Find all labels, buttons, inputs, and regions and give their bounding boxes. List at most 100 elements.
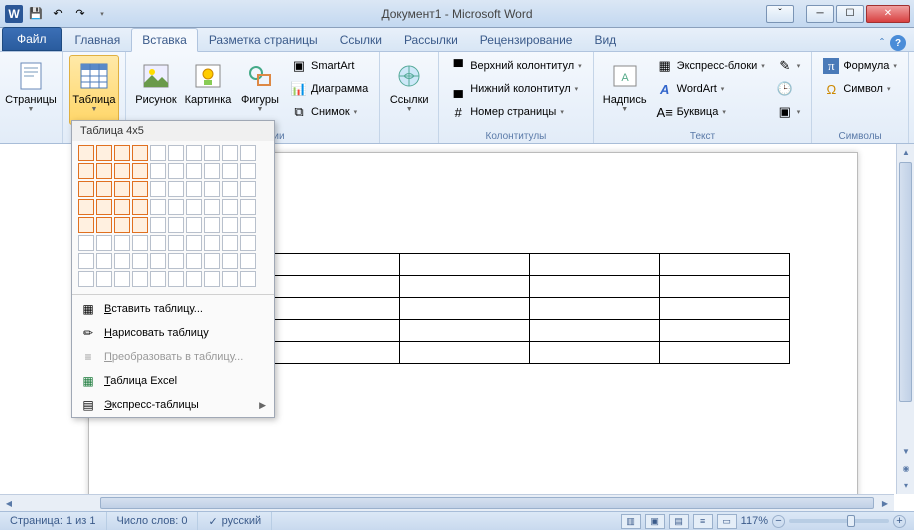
quickparts-button[interactable]: ▦Экспресс-блоки ▾ bbox=[652, 55, 770, 77]
zoom-out-button[interactable]: − bbox=[772, 515, 785, 528]
table-row[interactable] bbox=[270, 320, 790, 342]
table-grid-cell[interactable] bbox=[204, 271, 220, 287]
table-row[interactable] bbox=[270, 342, 790, 364]
qat-customize-button[interactable]: ▾ bbox=[92, 4, 112, 24]
tab-page-layout[interactable]: Разметка страницы bbox=[198, 28, 329, 51]
table-grid-cell[interactable] bbox=[150, 271, 166, 287]
textbox-button[interactable]: A Надпись ▼ bbox=[600, 55, 650, 125]
links-button[interactable]: Ссылки ▼ bbox=[386, 55, 432, 125]
excel-table-item[interactable]: ▦ Таблица Excel bbox=[72, 369, 274, 393]
table-grid-cell[interactable] bbox=[168, 163, 184, 179]
table-grid-cell[interactable] bbox=[96, 145, 112, 161]
table-grid-cell[interactable] bbox=[168, 235, 184, 251]
table-grid-cell[interactable] bbox=[78, 235, 94, 251]
chart-button[interactable]: 📊Диаграмма bbox=[286, 78, 373, 100]
table-grid-cell[interactable] bbox=[204, 163, 220, 179]
table-grid-cell[interactable] bbox=[168, 181, 184, 197]
table-grid-cell[interactable] bbox=[96, 199, 112, 215]
quick-tables-item[interactable]: ▤ Экспресс-таблицы ▶ bbox=[72, 393, 274, 417]
insert-table-item[interactable]: ▦ Вставить таблицу... bbox=[72, 297, 274, 321]
table-button[interactable]: Таблица ▼ bbox=[69, 55, 119, 125]
table-grid-cell[interactable] bbox=[222, 199, 238, 215]
table-grid-cell[interactable] bbox=[204, 181, 220, 197]
document-table[interactable] bbox=[269, 253, 790, 364]
table-grid-cell[interactable] bbox=[78, 199, 94, 215]
table-grid-cell[interactable] bbox=[96, 163, 112, 179]
table-grid-cell[interactable] bbox=[186, 253, 202, 269]
tab-references[interactable]: Ссылки bbox=[329, 28, 393, 51]
scroll-left-button[interactable]: ◀ bbox=[0, 495, 18, 512]
table-grid-cell[interactable] bbox=[78, 217, 94, 233]
table-grid-cell[interactable] bbox=[132, 163, 148, 179]
table-grid-cell[interactable] bbox=[186, 181, 202, 197]
equation-button[interactable]: πФормула ▾ bbox=[818, 55, 902, 77]
table-grid-cell[interactable] bbox=[132, 271, 148, 287]
header-button[interactable]: ▀Верхний колонтитул ▾ bbox=[445, 55, 586, 77]
table-grid-cell[interactable] bbox=[96, 271, 112, 287]
table-row[interactable] bbox=[270, 254, 790, 276]
draw-table-item[interactable]: ✏ Нарисовать таблицу bbox=[72, 321, 274, 345]
table-grid-cell[interactable] bbox=[222, 235, 238, 251]
signature-button[interactable]: ✎▾ bbox=[772, 55, 806, 77]
zoom-level[interactable]: 117% bbox=[741, 515, 768, 527]
table-grid-cell[interactable] bbox=[78, 181, 94, 197]
table-grid-cell[interactable] bbox=[114, 271, 130, 287]
table-grid-cell[interactable] bbox=[222, 217, 238, 233]
table-grid-cell[interactable] bbox=[114, 163, 130, 179]
table-grid-cell[interactable] bbox=[240, 235, 256, 251]
status-page[interactable]: Страница: 1 из 1 bbox=[0, 512, 107, 530]
scroll-right-button[interactable]: ▶ bbox=[876, 495, 894, 512]
web-layout-view-button[interactable]: ▤ bbox=[669, 514, 689, 529]
undo-button[interactable]: ↶ bbox=[48, 4, 68, 24]
shapes-button[interactable]: Фигуры ▼ bbox=[236, 55, 284, 125]
table-grid-cell[interactable] bbox=[78, 163, 94, 179]
table-grid-cell[interactable] bbox=[186, 271, 202, 287]
table-grid-cell[interactable] bbox=[78, 271, 94, 287]
table-grid-cell[interactable] bbox=[240, 271, 256, 287]
table-grid-cell[interactable] bbox=[132, 181, 148, 197]
table-grid-cell[interactable] bbox=[96, 217, 112, 233]
horizontal-scrollbar[interactable]: ◀ ▶ bbox=[0, 494, 894, 511]
footer-button[interactable]: ▄Нижний колонтитул ▾ bbox=[445, 78, 586, 100]
tab-insert[interactable]: Вставка bbox=[131, 28, 198, 52]
screenshot-button[interactable]: ⧉Снимок ▾ bbox=[286, 101, 373, 123]
table-grid-cell[interactable] bbox=[222, 271, 238, 287]
table-grid-cell[interactable] bbox=[132, 199, 148, 215]
symbol-button[interactable]: ΩСимвол ▾ bbox=[818, 78, 902, 100]
pages-button[interactable]: Страницы ▼ bbox=[6, 55, 56, 125]
dropcap-button[interactable]: A≡Буквица ▾ bbox=[652, 101, 770, 123]
table-grid-cell[interactable] bbox=[204, 199, 220, 215]
table-grid-cell[interactable] bbox=[114, 235, 130, 251]
redo-button[interactable]: ↷ bbox=[70, 4, 90, 24]
table-grid-cell[interactable] bbox=[132, 145, 148, 161]
table-grid-cell[interactable] bbox=[96, 235, 112, 251]
table-grid-cell[interactable] bbox=[186, 199, 202, 215]
table-grid-cell[interactable] bbox=[240, 253, 256, 269]
table-grid-cell[interactable] bbox=[78, 253, 94, 269]
table-row[interactable] bbox=[270, 276, 790, 298]
table-grid-cell[interactable] bbox=[186, 145, 202, 161]
print-layout-view-button[interactable]: ▥ bbox=[621, 514, 641, 529]
tab-home[interactable]: Главная bbox=[64, 28, 132, 51]
table-grid-cell[interactable] bbox=[204, 235, 220, 251]
table-grid-cell[interactable] bbox=[240, 163, 256, 179]
table-grid-cell[interactable] bbox=[114, 181, 130, 197]
scroll-down-button[interactable]: ▼ bbox=[897, 443, 914, 460]
table-row[interactable] bbox=[270, 298, 790, 320]
smartart-button[interactable]: ▣SmartArt bbox=[286, 55, 373, 77]
next-page-button[interactable]: ▾ bbox=[897, 477, 914, 494]
picture-button[interactable]: Рисунок bbox=[132, 55, 180, 125]
word-app-icon[interactable]: W bbox=[4, 4, 24, 24]
file-tab[interactable]: Файл bbox=[2, 27, 62, 51]
maximize-button[interactable]: ☐ bbox=[836, 5, 864, 23]
table-grid-cell[interactable] bbox=[150, 235, 166, 251]
table-grid-cell[interactable] bbox=[168, 253, 184, 269]
pagenumber-button[interactable]: #Номер страницы ▾ bbox=[445, 101, 586, 123]
outline-view-button[interactable]: ≡ bbox=[693, 514, 713, 529]
table-grid-cell[interactable] bbox=[222, 163, 238, 179]
status-language[interactable]: ✓русский bbox=[198, 512, 272, 530]
table-grid-cell[interactable] bbox=[96, 253, 112, 269]
table-grid-cell[interactable] bbox=[150, 181, 166, 197]
table-grid-cell[interactable] bbox=[150, 253, 166, 269]
table-grid-cell[interactable] bbox=[168, 271, 184, 287]
